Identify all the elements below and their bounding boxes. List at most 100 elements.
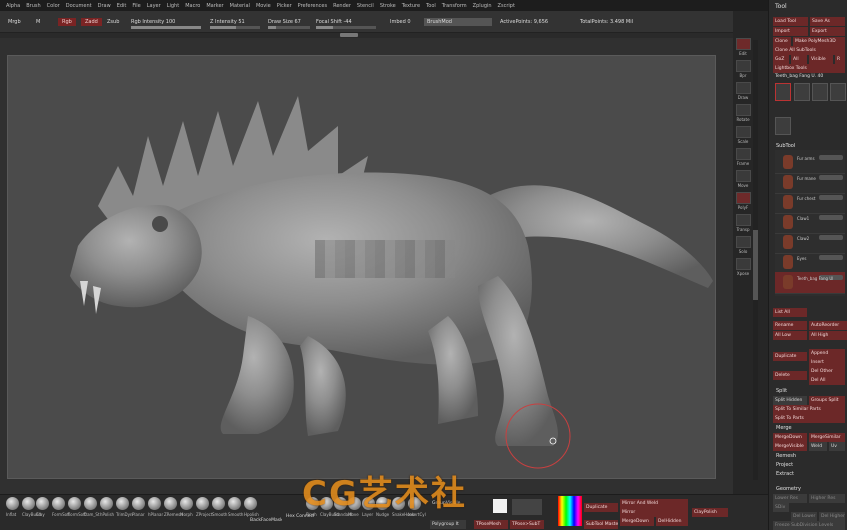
tool-thumb-erasphere[interactable]	[830, 83, 846, 101]
duplicate-button[interactable]: Duplicate	[773, 352, 807, 361]
subtool-master-button[interactable]: SubTool Master	[584, 520, 618, 529]
save-as-button[interactable]: Save As	[810, 17, 845, 26]
subtool-row[interactable]: Fur arms	[775, 152, 845, 174]
menu-item-picker[interactable]: Picker	[277, 3, 292, 9]
shelf-draw-button[interactable]	[736, 82, 751, 94]
all-high-button[interactable]: All High	[809, 331, 847, 340]
all-button[interactable]: All	[791, 55, 807, 64]
clone-button[interactable]: Clone	[773, 37, 791, 46]
shelf-bpr-button[interactable]	[736, 60, 751, 72]
rename-button[interactable]: Rename	[773, 321, 807, 330]
brush-clay-icon[interactable]	[36, 497, 49, 510]
focal-shift-slider[interactable]	[316, 26, 376, 29]
menu-item-layer[interactable]: Layer	[147, 3, 161, 9]
menu-item-material[interactable]: Material	[230, 3, 250, 9]
shelf-solo-button[interactable]	[736, 236, 751, 248]
uv-button[interactable]: Uv	[829, 442, 845, 451]
polygroupit-label[interactable]: Polygroup It	[430, 520, 466, 529]
brush-claybuild-icon[interactable]	[22, 497, 35, 510]
menu-item-color[interactable]: Color	[47, 3, 60, 9]
brush-trimdyn-icon[interactable]	[116, 497, 129, 510]
shelf-transp-button[interactable]	[736, 214, 751, 226]
menu-item-tool[interactable]: Tool	[426, 3, 436, 9]
mergedown-bottom-button[interactable]: MergeDown	[620, 517, 654, 526]
visible-button[interactable]: Visible	[809, 55, 833, 64]
higher-res-button[interactable]: Higher Res	[809, 494, 845, 503]
menu-item-marker[interactable]: Marker	[206, 3, 223, 9]
project-label[interactable]: Project	[776, 462, 793, 468]
m-button[interactable]: M	[36, 18, 40, 26]
extract-label[interactable]: Extract	[776, 471, 794, 477]
menu-item-brush[interactable]: Brush	[26, 3, 40, 9]
tray-handle[interactable]	[340, 33, 358, 37]
brush-smooth-icon[interactable]	[212, 497, 225, 510]
brush-morph-icon[interactable]	[180, 497, 193, 510]
autoreorder-button[interactable]: AutoReorder	[809, 321, 847, 330]
lightbox-tools-button[interactable]: Lightbox Tools	[773, 64, 845, 73]
del-lower-button[interactable]: Del Lower	[791, 512, 817, 521]
menu-item-transform[interactable]: Transform	[442, 3, 467, 9]
shelf-polyf-button[interactable]	[736, 192, 751, 204]
draw-size-slider[interactable]	[268, 26, 310, 29]
make-polymesh-button[interactable]: Make PolyMesh3D	[793, 37, 845, 46]
shelf-xpose-button[interactable]	[736, 258, 751, 270]
subtool-visibility-icon[interactable]	[819, 175, 843, 180]
tool-thumb-simplebr[interactable]	[812, 83, 828, 101]
all-low-button[interactable]: All Low	[773, 331, 807, 340]
brush-hpolish-icon[interactable]	[100, 497, 113, 510]
menu-item-document[interactable]: Document	[66, 3, 92, 9]
rgb-intensity-slider[interactable]	[131, 26, 201, 29]
export-button[interactable]: Export	[810, 27, 845, 36]
delete-button[interactable]: Delete	[773, 371, 807, 380]
tpose-subt-button[interactable]: TPose>SubT	[510, 520, 544, 529]
secondary-color-swatch[interactable]	[512, 499, 542, 515]
subtool-row[interactable]: Fur chest	[775, 192, 845, 214]
r-button[interactable]: R	[835, 55, 845, 64]
split-parts-button[interactable]: Split To Parts	[773, 414, 845, 423]
canvas-scrollbar[interactable]	[753, 40, 758, 480]
rgb-button[interactable]: Rgb	[58, 18, 76, 26]
brush-hplanar-icon[interactable]	[148, 497, 161, 510]
mirror-and-weld-button[interactable]: Mirror And Weld	[620, 499, 688, 508]
tool-thumb-default[interactable]	[775, 117, 791, 135]
shelf-rotate-button[interactable]	[736, 104, 751, 116]
tool-thumb-cylinder[interactable]	[794, 83, 810, 101]
del-higher-button[interactable]: Del Higher	[819, 512, 845, 521]
brush-formsoft-icon[interactable]	[68, 497, 81, 510]
groups-split-button[interactable]: Groups Split	[809, 396, 845, 405]
backface-mask-label[interactable]: BackFaceMask	[248, 516, 282, 525]
menu-item-macro[interactable]: Macro	[185, 3, 200, 9]
mergevisible-button[interactable]: MergeVisible	[773, 442, 807, 451]
load-tool-button[interactable]: Load Tool	[773, 17, 808, 26]
del-all-button[interactable]: Del All	[809, 376, 845, 385]
brush-planar-icon[interactable]	[132, 497, 145, 510]
menu-item-render[interactable]: Render	[333, 3, 351, 9]
delhidden-button[interactable]: DelHidden	[656, 517, 688, 526]
zadd-button[interactable]: Zadd	[81, 18, 102, 26]
duplicate-bottom-button[interactable]: Duplicate	[584, 503, 618, 512]
menu-item-stencil[interactable]: Stencil	[357, 3, 374, 9]
subtool-visibility-icon[interactable]	[819, 155, 843, 160]
brushmod-slider[interactable]: BrushMod	[424, 18, 492, 26]
split-hidden-button[interactable]: Split Hidden	[773, 396, 807, 405]
import-button[interactable]: Import	[773, 27, 808, 36]
goz-button[interactable]: GoZ	[773, 55, 789, 64]
subtool-visibility-icon[interactable]	[819, 255, 843, 260]
brush-dam_st-icon[interactable]	[84, 497, 97, 510]
menu-item-preferences[interactable]: Preferences	[298, 3, 327, 9]
zsub-button[interactable]: Zsub	[107, 18, 119, 26]
brush-formsoft-icon[interactable]	[52, 497, 65, 510]
shelf-scale-button[interactable]	[736, 126, 751, 138]
clone-all-button[interactable]: Clone All SubTools	[773, 46, 845, 55]
freeze-subdiv-button[interactable]: Freeze SubDivision Levels	[773, 521, 845, 530]
mirror-button[interactable]: Mirror	[620, 508, 688, 517]
menu-item-edit[interactable]: Edit	[117, 3, 127, 9]
subtool-row[interactable]: Claw2	[775, 232, 845, 254]
sdiv-label[interactable]: SDiv	[773, 503, 789, 512]
insert-button[interactable]: Insert	[809, 358, 845, 367]
tool-thumb-teeth[interactable]	[775, 83, 791, 101]
menu-item-texture[interactable]: Texture	[402, 3, 420, 9]
lower-res-button[interactable]: Lower Res	[773, 494, 807, 503]
subtool-visibility-icon[interactable]	[819, 215, 843, 220]
subtool-row[interactable]: Teeth_bag Fang Ul	[775, 272, 845, 294]
